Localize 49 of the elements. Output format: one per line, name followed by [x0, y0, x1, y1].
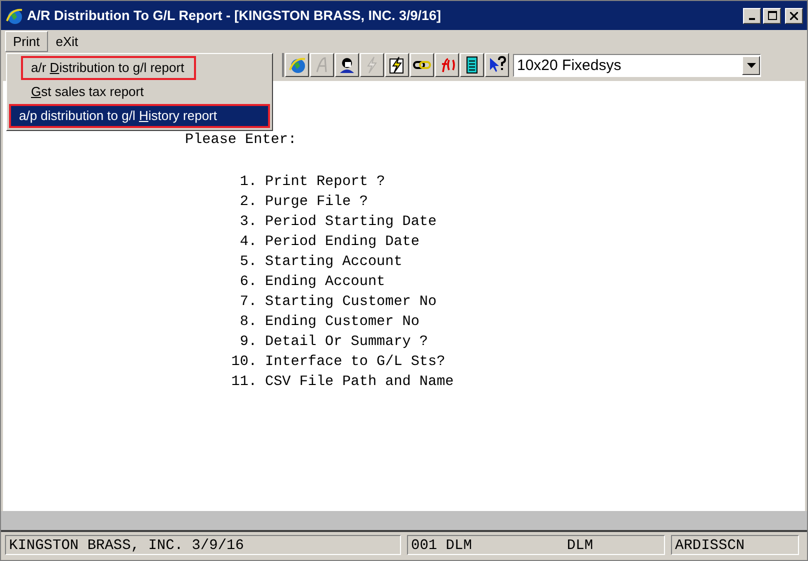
menu-item[interactable]: eXit: [48, 30, 86, 52]
minimize-icon: [749, 18, 755, 20]
option-number: 3.: [238, 213, 257, 232]
option-number: 8.: [238, 313, 257, 332]
status-company: KINGSTON BRASS, INC. 3/9/16: [5, 535, 401, 555]
option-label: Period Ending Date: [265, 233, 420, 252]
maximize-icon: [768, 11, 776, 20]
option-number: 7.: [238, 293, 257, 312]
option-number: 10.: [230, 353, 257, 372]
option-number: 2.: [238, 193, 257, 212]
menu-item[interactable]: a/r Distribution to g/l report: [21, 56, 196, 80]
globe-icon: [5, 6, 23, 24]
option-label: CSV File Path and Name: [265, 373, 454, 392]
option-label: Detail Or Summary ?: [265, 333, 428, 352]
option-label: Starting Account: [265, 253, 402, 272]
option-label: Purge File ?: [265, 193, 368, 212]
maximize-button[interactable]: [763, 8, 781, 24]
minimize-button[interactable]: [743, 8, 761, 24]
option-label: Interface to G/L Sts?: [265, 353, 446, 372]
window-title: A/R Distribution To G/L Report - [KINGSTON BRASS, INC. 3/9/16]: [27, 8, 442, 23]
lightning-document-icon[interactable]: [385, 53, 409, 77]
calculator-icon[interactable]: [460, 53, 484, 77]
option-number: 1.: [238, 173, 257, 192]
option-label: Starting Customer No: [265, 293, 437, 312]
close-button[interactable]: [785, 8, 803, 24]
font-dropdown[interactable]: 10x20 Fixedsys: [513, 54, 761, 76]
close-icon: [790, 12, 798, 20]
status-user: DLM: [566, 537, 594, 554]
status-user: 001 DLM: [411, 537, 472, 554]
menu-item[interactable]: Print: [5, 30, 48, 52]
status-program: ARDISSCN: [671, 535, 799, 555]
link-icon[interactable]: [410, 53, 434, 77]
option-label: Ending Account: [265, 273, 386, 292]
option-label: Period Starting Date: [265, 213, 437, 232]
option-number: 11.: [230, 373, 257, 392]
prompt-text: Please Enter:: [185, 132, 298, 150]
function-icon[interactable]: [435, 53, 459, 77]
option-label: Print Report ?: [265, 173, 386, 192]
menu-item[interactable]: Gst sales tax report: [23, 80, 156, 104]
caret-icon: [746, 62, 756, 68]
menu-item[interactable]: a/p distribution to g/l History report: [9, 104, 270, 128]
option-number: 6.: [238, 273, 257, 292]
option-label: Ending Customer No: [265, 313, 420, 332]
option-number: 9.: [238, 333, 257, 352]
option-number: 4.: [238, 233, 257, 252]
option-number: 5.: [238, 253, 257, 272]
globe-icon[interactable]: [285, 53, 309, 77]
person-icon[interactable]: [335, 53, 359, 77]
help-icon[interactable]: [485, 53, 509, 77]
